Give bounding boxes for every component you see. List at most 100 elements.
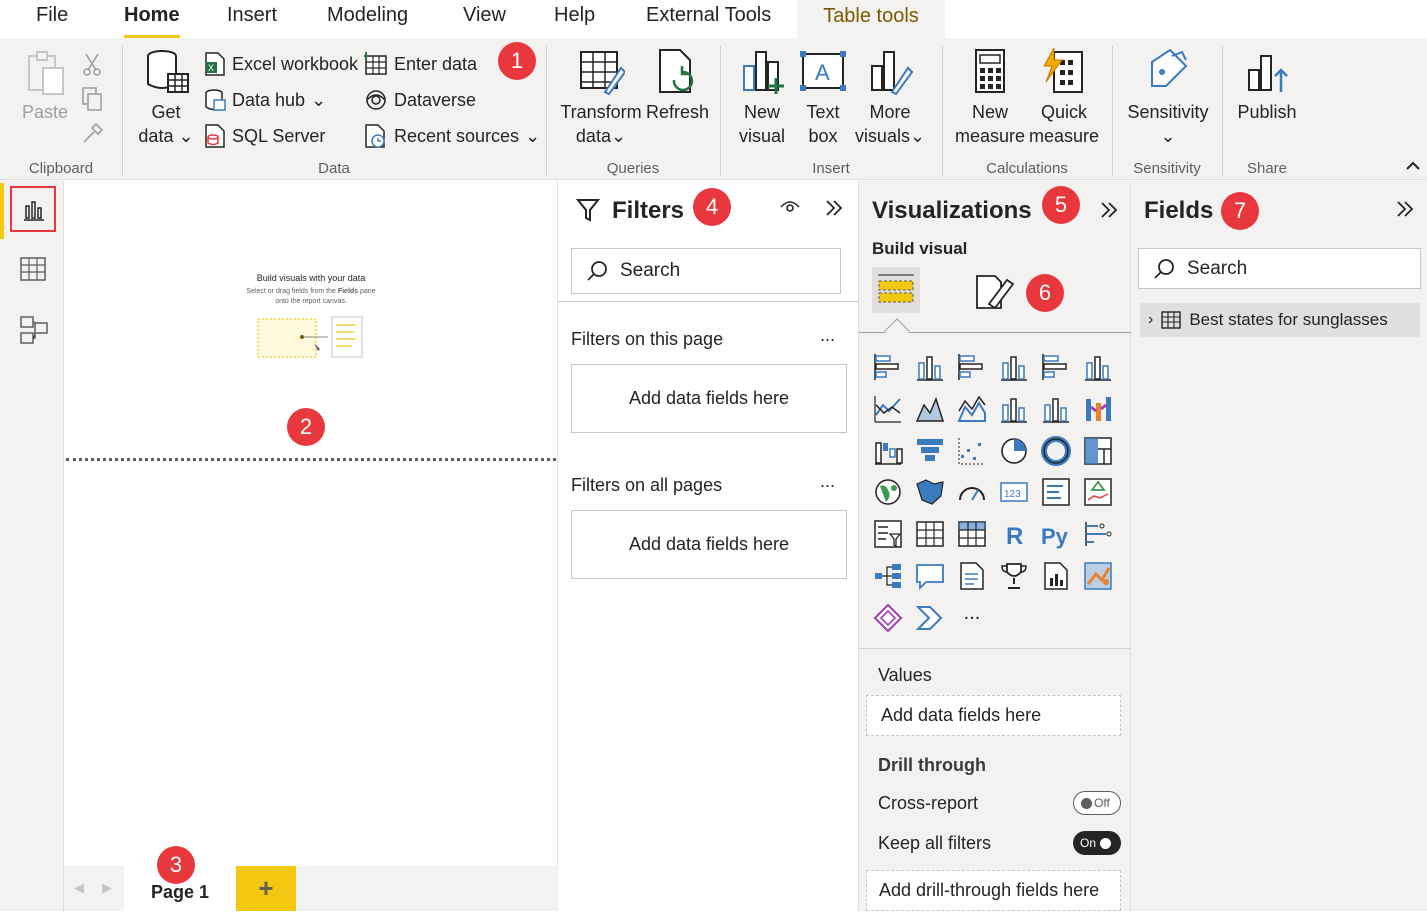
hint-part: Select or drag fields from the xyxy=(246,288,338,295)
tab-modeling[interactable]: Modeling xyxy=(327,4,408,27)
build-visual-tab[interactable] xyxy=(872,267,920,313)
excel-workbook-button[interactable]: X Excel workbook xyxy=(204,52,358,76)
multi-row-card-visual-icon[interactable] xyxy=(1040,476,1072,508)
gauge-visual-icon[interactable] xyxy=(956,476,988,508)
stacked-bar-visual-icon[interactable] xyxy=(872,351,904,383)
cut-icon[interactable] xyxy=(80,52,104,76)
toggle-knob xyxy=(1081,797,1092,809)
map-visual-icon[interactable] xyxy=(872,476,904,508)
enter-data-button[interactable]: Enter data xyxy=(364,52,477,76)
line-clustered-column-visual-icon[interactable] xyxy=(998,393,1030,425)
table-view-icon[interactable] xyxy=(20,257,46,281)
refresh-button[interactable]: Refresh xyxy=(646,48,709,124)
smart-narrative-visual-icon[interactable] xyxy=(956,560,988,592)
funnel-visual-icon[interactable] xyxy=(914,435,946,467)
table-visual-icon[interactable] xyxy=(914,518,946,550)
sql-server-button[interactable]: SQL Server xyxy=(204,124,325,148)
collapse-ribbon-icon[interactable] xyxy=(1404,158,1422,172)
power-apps-visual-icon[interactable] xyxy=(872,602,904,634)
recent-sources-button[interactable]: Recent sources ⌄ xyxy=(364,124,540,148)
sensitivity-button[interactable]: Sensitivity ⌄ xyxy=(1124,48,1212,148)
decomposition-tree-visual-icon[interactable] xyxy=(872,560,904,592)
azure-map-visual-icon[interactable] xyxy=(1082,560,1114,592)
filters-search-input[interactable]: Search xyxy=(571,248,841,294)
values-label: Values xyxy=(878,665,932,685)
line-stacked-column-visual-icon[interactable] xyxy=(1040,393,1072,425)
field-table-item[interactable]: › Best states for sunglasses xyxy=(1140,303,1420,337)
filled-map-visual-icon[interactable] xyxy=(914,476,946,508)
scatter-visual-icon[interactable] xyxy=(956,435,988,467)
new-measure-button[interactable]: New measure xyxy=(954,48,1026,148)
copy-icon[interactable] xyxy=(80,86,104,112)
eye-icon[interactable] xyxy=(780,199,800,215)
model-view-icon[interactable] xyxy=(20,315,48,345)
more-options-icon[interactable]: ... xyxy=(820,325,835,346)
more-visuals-ellipsis[interactable]: ... xyxy=(956,602,988,634)
transform-data-label-1: Transform xyxy=(560,102,642,122)
fields-search-input[interactable]: Search xyxy=(1138,248,1421,289)
clustered-column-visual-icon[interactable] xyxy=(998,351,1030,383)
data-group-label: Data xyxy=(318,160,350,177)
metrics-visual-icon[interactable] xyxy=(998,560,1030,592)
stacked-area-visual-icon[interactable] xyxy=(956,393,988,425)
pie-visual-icon[interactable] xyxy=(998,435,1030,467)
r-visual-visual-icon[interactable]: R xyxy=(998,518,1030,550)
values-well[interactable]: Add data fields here xyxy=(866,695,1121,736)
report-view-button[interactable] xyxy=(10,186,56,232)
next-page-icon[interactable]: ▶ xyxy=(102,880,112,896)
format-visual-icon[interactable] xyxy=(975,274,1015,310)
collapse-fields-icon[interactable] xyxy=(1395,199,1415,219)
dataverse-button[interactable]: Dataverse xyxy=(364,88,476,112)
python-visual-visual-icon[interactable]: Py xyxy=(1040,518,1072,550)
drill-through-well[interactable]: Add drill-through fields here xyxy=(866,870,1121,911)
hint-part: pane xyxy=(358,288,376,295)
tab-insert[interactable]: Insert xyxy=(227,4,277,27)
tab-file[interactable]: File xyxy=(36,4,68,27)
tab-view[interactable]: View xyxy=(463,4,506,27)
page-filters-well[interactable]: Add data fields here xyxy=(571,364,847,433)
tab-external-tools[interactable]: External Tools xyxy=(646,4,771,27)
area-visual-icon[interactable] xyxy=(914,393,946,425)
matrix-visual-icon[interactable] xyxy=(956,518,988,550)
kpi-visual-icon[interactable] xyxy=(1082,476,1114,508)
tab-help[interactable]: Help xyxy=(554,4,595,27)
add-page-button[interactable]: + xyxy=(236,866,296,911)
line-visual-icon[interactable] xyxy=(872,393,904,425)
ribbon-visual-icon[interactable] xyxy=(1082,393,1114,425)
donut-visual-icon[interactable] xyxy=(1040,435,1072,467)
slicer-visual-icon[interactable] xyxy=(872,518,904,550)
publish-button[interactable]: Publish xyxy=(1234,48,1300,124)
paste-button[interactable]: Paste xyxy=(20,50,70,124)
all-pages-filters-well[interactable]: Add data fields here xyxy=(571,510,847,579)
clustered-bar-visual-icon[interactable] xyxy=(956,351,988,383)
collapse-filters-icon[interactable] xyxy=(824,198,844,218)
get-data-button[interactable]: Get data ⌄ xyxy=(136,48,196,148)
waterfall-visual-icon[interactable] xyxy=(872,435,904,467)
more-options-icon[interactable]: ... xyxy=(820,471,835,492)
chevron-down-icon: ⌄ xyxy=(610,126,627,146)
cross-report-toggle[interactable]: Off xyxy=(1073,791,1121,815)
format-painter-icon[interactable] xyxy=(80,122,104,146)
key-influencers-visual-icon[interactable] xyxy=(1082,518,1114,550)
card-visual-icon[interactable]: 123 xyxy=(998,476,1030,508)
more-visuals-button[interactable]: More visuals⌄ xyxy=(854,48,926,148)
100-stacked-bar-visual-icon[interactable] xyxy=(1040,351,1072,383)
new-visual-button[interactable]: New visual xyxy=(734,48,790,148)
keep-all-filters-toggle[interactable]: On xyxy=(1073,831,1121,855)
sensitivity-group-label: Sensitivity xyxy=(1133,160,1201,177)
report-canvas[interactable]: Build visuals with your data Select or d… xyxy=(64,181,558,866)
treemap-visual-icon[interactable] xyxy=(1082,435,1114,467)
quick-measure-button[interactable]: Quick measure xyxy=(1028,48,1100,148)
prev-page-icon[interactable]: ◀ xyxy=(74,880,84,896)
100-stacked-column-visual-icon[interactable] xyxy=(1082,351,1114,383)
power-automate-visual-icon[interactable] xyxy=(914,602,946,634)
stacked-column-visual-icon[interactable] xyxy=(914,351,946,383)
paginated-report-visual-icon[interactable] xyxy=(1040,560,1072,592)
data-hub-button[interactable]: Data hub ⌄ xyxy=(204,88,326,112)
tab-home[interactable]: Home xyxy=(124,4,180,38)
collapse-visualizations-icon[interactable] xyxy=(1099,200,1119,220)
transform-data-button[interactable]: Transform data⌄ xyxy=(558,48,644,148)
text-box-button[interactable]: A Text box xyxy=(796,48,850,148)
qa-visual-icon[interactable] xyxy=(914,560,946,592)
tab-table-tools[interactable]: Table tools xyxy=(797,0,945,38)
